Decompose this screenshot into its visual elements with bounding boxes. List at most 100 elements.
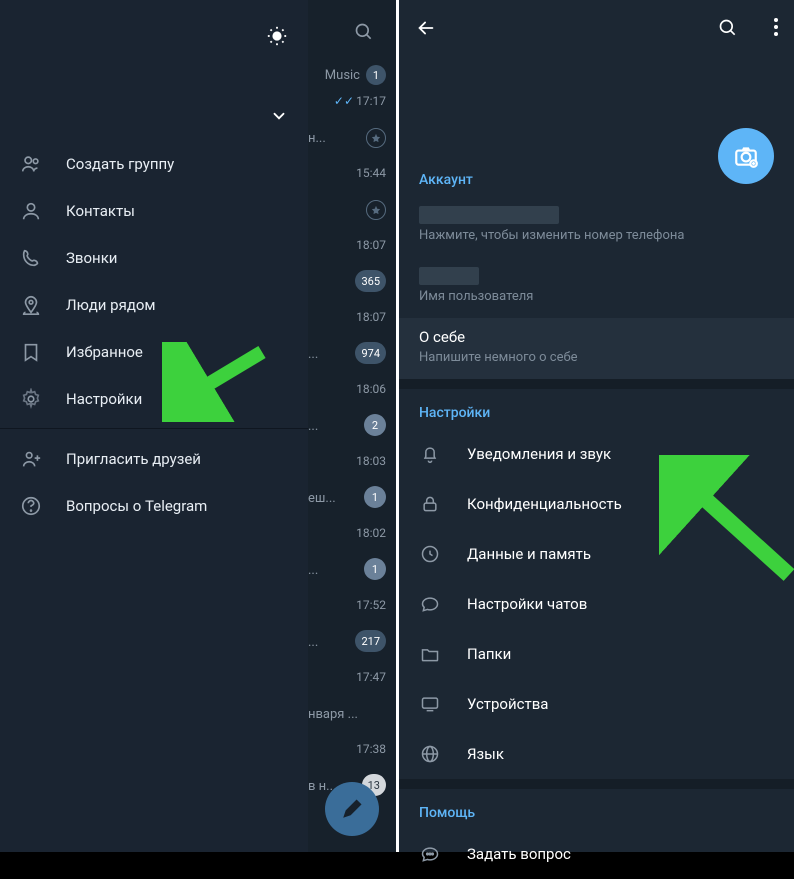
unread-badge: 1 [366,65,386,85]
set-language[interactable]: Язык [399,729,794,779]
folder-icon [419,643,441,665]
set-notifications[interactable]: Уведомления и звук [399,429,794,479]
menu-label: Вопросы о Telegram [66,497,207,515]
menu-label: Люди рядом [66,296,156,314]
chat-rows: ✓✓17:17н... 15:44 18:07365 18:07...974 1… [308,86,396,852]
menu-label: Пригласить друзей [66,450,201,468]
menu-contacts[interactable]: Контакты [0,187,308,234]
item-label: Конфиденциальность [467,495,622,513]
search-icon[interactable] [354,22,374,42]
chat-row[interactable]: 17:47нваря ... [308,662,396,734]
nearby-icon [20,294,42,316]
checks-icon: ✓✓ [334,94,354,108]
menu-label: Звонки [66,249,117,267]
bio-field[interactable]: О себе Напишите немного о себе [399,318,794,379]
section-title: Настройки [399,389,794,429]
section-gap [399,779,794,789]
phone-hint: Нажмите, чтобы изменить номер телефона [419,228,774,243]
more-icon[interactable] [774,18,778,36]
compose-fab[interactable] [325,782,379,836]
pin-icon [366,128,386,148]
set-data[interactable]: Данные и память [399,529,794,579]
unread-badge: 1 [364,486,386,508]
music-label: Music [325,68,360,83]
chat-list-peek: Music 1 ✓✓17:17н... 15:44 18:07365 18:07… [308,0,396,852]
menu-create-group[interactable]: Создать группу [0,140,308,187]
unread-badge: 1 [364,558,386,580]
left-panel: Создать группу Контакты Звонки Люди рядо… [0,0,396,852]
theme-toggle-icon[interactable] [266,25,288,47]
item-label: Язык [467,745,504,763]
chat-row[interactable]: 18:06...2 [308,374,396,446]
unread-badge: 217 [355,630,386,652]
unread-badge: 365 [355,270,386,292]
pin-icon [366,200,386,220]
invite-icon [20,448,42,470]
chat-icon [419,843,441,865]
phone-value [419,206,559,224]
drawer-header [0,0,308,140]
menu-label: Настройки [66,390,142,408]
navigation-drawer: Создать группу Контакты Звонки Люди рядо… [0,0,308,852]
gear-icon [20,388,42,410]
settings-section: Настройки Уведомления и звук Конфиденциа… [399,389,794,779]
settings-header [399,0,794,56]
chat-row[interactable]: 18:02...1 [308,518,396,590]
help-section: Помощь Задать вопрос [399,789,794,879]
menu-saved[interactable]: Избранное [0,328,308,375]
set-privacy[interactable]: Конфиденциальность [399,479,794,529]
item-label: Задать вопрос [467,845,571,863]
username-field[interactable]: Имя пользователя [399,257,794,318]
chat-icon [419,593,441,615]
menu-settings[interactable]: Настройки [0,375,308,422]
bookmark-icon [20,341,42,363]
search-icon[interactable] [718,18,738,38]
unread-badge: 974 [355,342,386,364]
settings-panel: Аккаунт Нажмите, чтобы изменить номер те… [396,0,794,852]
chat-row[interactable]: 18:03еш...1 [308,446,396,518]
drawer-menu: Создать группу Контакты Звонки Люди рядо… [0,140,308,529]
phone-field[interactable]: Нажмите, чтобы изменить номер телефона [399,196,794,257]
section-gap [399,379,794,389]
group-icon [20,153,42,175]
phone-icon [20,247,42,269]
bio-hint: Напишите немного о себе [419,350,774,365]
chevron-down-icon[interactable] [270,107,288,125]
menu-nearby[interactable]: Люди рядом [0,281,308,328]
menu-faq[interactable]: Вопросы о Telegram [0,482,308,529]
username-hint: Имя пользователя [419,289,774,304]
menu-label: Контакты [66,202,135,220]
camera-fab[interactable] [718,128,774,184]
device-icon [419,693,441,715]
help-icon [20,495,42,517]
section-title: Помощь [399,789,794,829]
unread-badge: 2 [364,414,386,436]
set-devices[interactable]: Устройства [399,679,794,729]
item-label: Данные и память [467,545,591,563]
chat-row[interactable]: 17:52...217 [308,590,396,662]
chat-row[interactable]: 18:07...974 [308,302,396,374]
account-section: Аккаунт Нажмите, чтобы изменить номер те… [399,156,794,379]
menu-label: Создать группу [66,155,174,173]
menu-invite[interactable]: Пригласить друзей [0,435,308,482]
item-label: Уведомления и звук [467,445,611,463]
chat-row[interactable]: 18:07365 [308,230,396,302]
profile-header [399,56,794,156]
item-label: Устройства [467,695,548,713]
chat-row[interactable]: ✓✓17:17н... [308,86,396,158]
set-chats[interactable]: Настройки чатов [399,579,794,629]
lock-icon [419,493,441,515]
menu-calls[interactable]: Звонки [0,234,308,281]
set-folders[interactable]: Папки [399,629,794,679]
music-tab[interactable]: Music 1 [325,65,386,85]
back-icon[interactable] [415,17,437,39]
globe-icon [419,743,441,765]
bio-label: О себе [419,328,774,346]
bell-icon [419,443,441,465]
contact-icon [20,200,42,222]
help-ask[interactable]: Задать вопрос [399,829,794,879]
menu-label: Избранное [66,343,143,361]
chat-row[interactable]: 15:44 [308,158,396,230]
data-icon [419,543,441,565]
username-value [419,267,479,285]
